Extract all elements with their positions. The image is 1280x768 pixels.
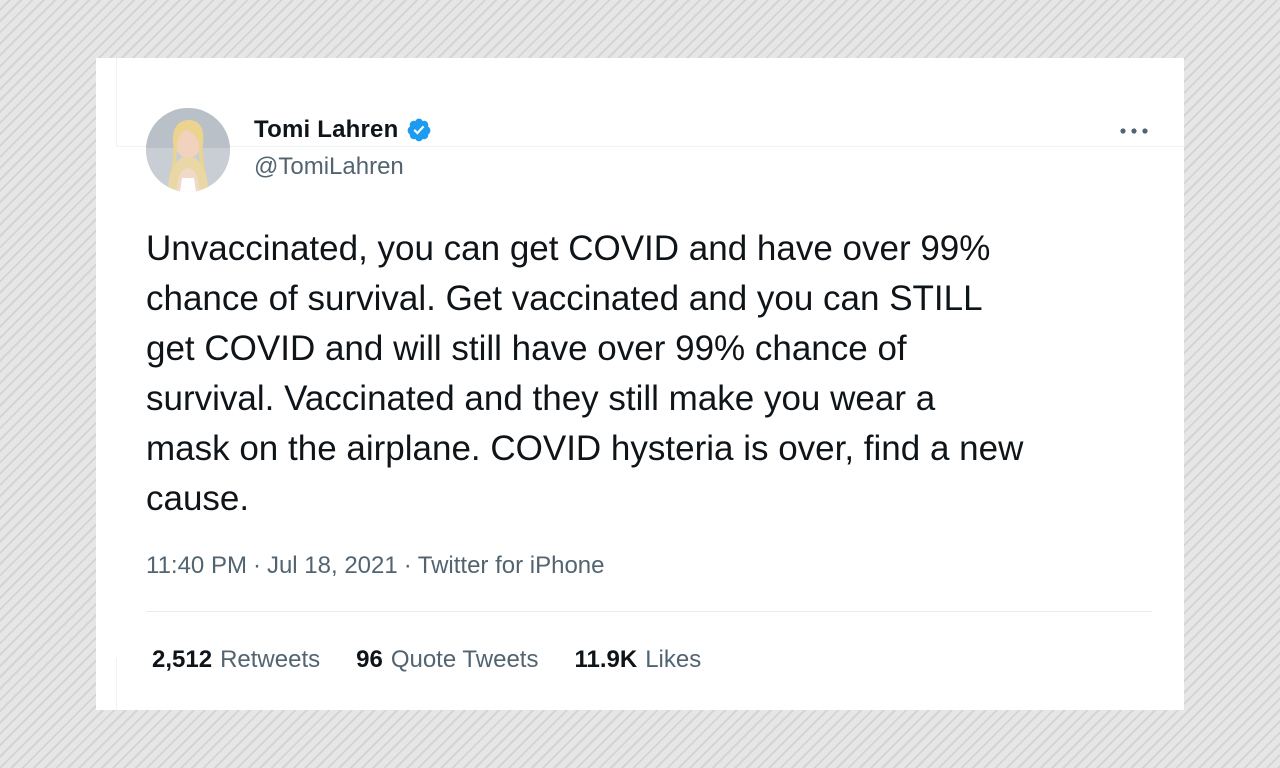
author-handle[interactable]: @TomiLahren [254, 153, 404, 181]
quote-tweets-stat[interactable]: 96 Quote Tweets [356, 646, 538, 674]
likes-label: Likes [645, 646, 702, 673]
likes-stat[interactable]: 11.9K Likes [574, 646, 701, 674]
tweet-card: Tomi Lahren @TomiLahren Unvaccinated, yo… [96, 58, 1184, 710]
verified-badge-icon [408, 118, 431, 142]
meta-separator: · [252, 552, 261, 579]
tweet-source[interactable]: Twitter for iPhone [418, 552, 605, 580]
likes-count: 11.9K [574, 646, 638, 673]
profile-photo [146, 108, 230, 192]
more-horizontal-icon [1120, 128, 1148, 134]
retweets-count: 2,512 [152, 646, 213, 673]
tweet-text: Unvaccinated, you can get COVID and have… [146, 229, 1024, 518]
tweet-time[interactable]: 11:40 PM [146, 552, 247, 580]
quote-tweets-count: 96 [356, 646, 383, 673]
thread-rail-bottom [116, 658, 117, 710]
more-options-button[interactable] [1114, 116, 1154, 146]
author-name-row[interactable]: Tomi Lahren [254, 116, 432, 144]
retweets-stat[interactable]: 2,512 Retweets [152, 646, 320, 674]
tweet-metadata: 11:40 PM · Jul 18, 2021 · Twitter for iP… [146, 552, 604, 580]
tweet-date[interactable]: Jul 18, 2021 [267, 552, 398, 580]
quote-tweets-label: Quote Tweets [390, 646, 539, 673]
avatar[interactable] [146, 108, 230, 192]
retweets-label: Retweets [220, 646, 321, 673]
engagement-stats: 2,512 Retweets 96 Quote Tweets 11.9K Lik… [152, 646, 701, 674]
divider [146, 611, 1152, 612]
display-name[interactable]: Tomi Lahren [254, 116, 398, 144]
meta-separator: · [403, 552, 412, 579]
